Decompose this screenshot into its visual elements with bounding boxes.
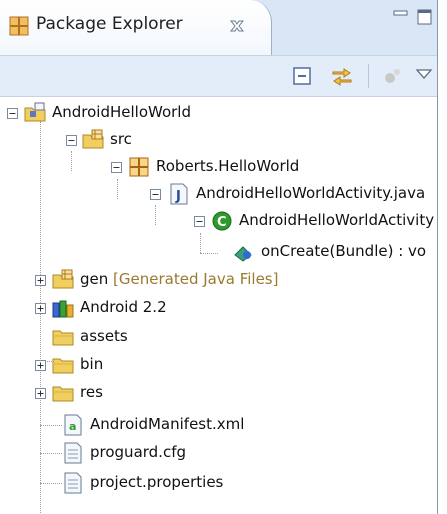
svg-text:J: J (175, 189, 181, 204)
expand-toggle[interactable] (35, 388, 46, 399)
folder-icon (52, 358, 74, 374)
xml-file-icon: a (64, 414, 82, 436)
class-icon: C (212, 211, 232, 231)
tree-connector (200, 253, 218, 254)
generated-files-decoration: [Generated Java Files] (113, 270, 279, 288)
tree-item-label: gen (80, 270, 109, 288)
tree-item-label: bin (80, 355, 104, 373)
minimize-icon[interactable] (392, 8, 410, 26)
maximize-icon[interactable] (416, 8, 434, 26)
tree-connector (40, 425, 62, 426)
tree-item-label: AndroidHelloWorldActivity (239, 211, 435, 229)
tree-connector (71, 151, 72, 171)
tree-connector (40, 453, 62, 454)
tree-item-label: proguard.cfg (90, 443, 186, 461)
collapse-toggle[interactable] (7, 108, 18, 119)
project-tree: AndroidHelloWorld src Roberts.HelloWorld (0, 97, 437, 514)
tree-item-label: Android 2.2 (80, 298, 167, 316)
tree-item-label: project.properties (90, 473, 224, 491)
method-icon (234, 246, 252, 262)
java-file-icon: J (170, 183, 188, 205)
folder-icon (52, 386, 74, 402)
collapse-toggle[interactable] (111, 162, 122, 173)
expand-toggle[interactable] (35, 303, 46, 314)
tree-item-label: AndroidManifest.xml (90, 415, 245, 433)
tree-connector (40, 483, 62, 484)
svg-text:a: a (69, 420, 76, 433)
text-file-icon (64, 442, 82, 464)
collapse-toggle[interactable] (150, 189, 161, 200)
folder-icon (52, 330, 74, 346)
collapse-all-icon[interactable] (291, 64, 315, 88)
tree-connector (155, 205, 156, 225)
expand-toggle[interactable] (35, 360, 46, 371)
tree-item-label: onCreate(Bundle) : vo (261, 242, 427, 260)
view-tab-bar: Package Explorer (0, 0, 437, 56)
text-file-icon (64, 472, 82, 494)
view-title: Package Explorer (36, 14, 183, 34)
library-icon (52, 300, 74, 318)
package-explorer-icon (9, 16, 29, 36)
toolbar-separator (368, 64, 369, 88)
svg-text:C: C (217, 215, 227, 230)
tree-connector (40, 121, 41, 513)
project-folder-icon (24, 102, 46, 122)
tree-connector (200, 233, 201, 253)
collapse-toggle[interactable] (66, 135, 77, 146)
tree-item-label-group: gen [Generated Java Files] (80, 270, 278, 288)
view-toolbar (0, 56, 437, 97)
generated-source-folder-icon (52, 269, 74, 289)
tree-connector (117, 179, 118, 199)
link-with-editor-icon[interactable] (330, 64, 354, 88)
tree-item-label: src (110, 130, 132, 148)
tree-item-label: res (80, 383, 103, 401)
view-menu-icon[interactable] (412, 64, 436, 88)
expand-toggle[interactable] (35, 275, 46, 286)
tab-package-explorer[interactable]: Package Explorer (0, 0, 272, 55)
source-folder-icon (82, 129, 104, 149)
tree-item-label: assets (80, 327, 128, 345)
tree-item-label: Roberts.HelloWorld (156, 157, 300, 175)
collapse-toggle[interactable] (194, 216, 205, 227)
close-icon[interactable] (228, 17, 246, 35)
focus-on-task-icon[interactable] (381, 64, 405, 88)
package-explorer-view: Package Explorer AndroidHelloWorld src R… (0, 0, 438, 514)
tree-item-label: AndroidHelloWorld (52, 103, 191, 121)
package-icon (129, 157, 149, 177)
tree-item-label: AndroidHelloWorldActivity.java (196, 184, 426, 202)
